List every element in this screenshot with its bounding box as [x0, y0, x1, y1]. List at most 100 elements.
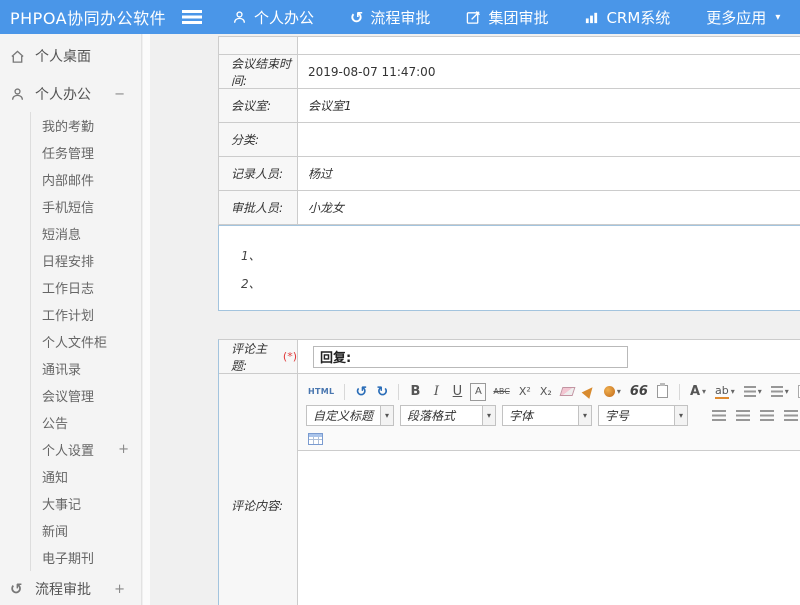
strikethrough-button[interactable]: ABC	[491, 383, 511, 401]
color-pencil-button[interactable]: ▾	[602, 383, 623, 401]
row-value-cell	[298, 37, 800, 54]
user-icon	[232, 10, 247, 25]
sidebar-item-label: 任务管理	[42, 143, 94, 162]
content-line: 2、	[241, 270, 800, 298]
editor-toolbar-row1: HTML ↺ ↻ B I U A ABC X² X₂	[298, 380, 800, 403]
sidebar-item-contacts[interactable]: 通讯录	[30, 355, 141, 382]
paragraph-format-select[interactable]: 段落格式▾	[400, 405, 496, 426]
sidebar: 个人桌面 个人办公 − 我的考勤 任务管理 内部邮件 手机短信 短消息 日程安排…	[0, 34, 142, 605]
row-value: 小龙女	[298, 191, 800, 224]
edit-icon	[466, 10, 481, 25]
insert-table-button[interactable]	[306, 430, 325, 448]
unordered-list-button[interactable]: ▾	[769, 383, 791, 401]
sidebar-item-news[interactable]: 新闻	[30, 517, 141, 544]
html-source-button[interactable]: HTML	[306, 383, 336, 401]
table-row-partial	[219, 37, 800, 55]
nav-label: 个人办公	[254, 7, 314, 28]
sidebar-item-short-message[interactable]: 短消息	[30, 220, 141, 247]
row-value: 会议室1	[298, 89, 800, 122]
hamburger-menu-icon[interactable]	[182, 10, 202, 24]
bold-button[interactable]: B	[407, 383, 423, 401]
sidebar-item-flow-approval[interactable]: 流程审批 +	[0, 571, 141, 605]
italic-button[interactable]: I	[428, 383, 444, 401]
sidebar-item-label: 个人办公	[35, 84, 91, 104]
sidebar-item-label: 通知	[42, 467, 68, 486]
superscript-button[interactable]: X²	[517, 383, 533, 401]
redo-icon[interactable]: ↻	[374, 383, 390, 401]
sidebar-item-label: 工作计划	[42, 305, 94, 324]
sidebar-item-personal-files[interactable]: 个人文件柜	[30, 328, 141, 355]
sidebar-item-personal-desktop[interactable]: 个人桌面	[0, 36, 141, 76]
row-label: 分类:	[219, 123, 298, 156]
caret-down-icon: ▾	[482, 406, 495, 425]
sidebar-item-personal-settings[interactable]: 个人设置 +	[30, 436, 141, 463]
sidebar-item-label: 个人设置	[42, 440, 94, 459]
expand-toggle[interactable]: +	[118, 442, 129, 457]
toolbar-separator	[679, 384, 680, 400]
sidebar-item-meeting-management[interactable]: 会议管理	[30, 382, 141, 409]
cycle-arrow-icon	[350, 8, 363, 27]
sidebar-item-label: 通讯录	[42, 359, 81, 378]
sidebar-item-announcement[interactable]: 公告	[30, 409, 141, 436]
font-size-select[interactable]: 字号▾	[598, 405, 688, 426]
subscript-button[interactable]: X₂	[538, 383, 554, 401]
expand-toggle[interactable]: +	[114, 582, 125, 597]
app-logo: PHPOA协同办公软件	[0, 5, 182, 29]
sidebar-item-work-plan[interactable]: 工作计划	[30, 301, 141, 328]
font-family-select[interactable]: 字体▾	[502, 405, 592, 426]
nav-crm-system[interactable]: CRM系统	[584, 7, 670, 28]
paste-icon[interactable]	[655, 383, 671, 401]
nav-label: CRM系统	[606, 7, 670, 28]
sidebar-item-task-management[interactable]: 任务管理	[30, 139, 141, 166]
comment-subject-input[interactable]	[313, 346, 628, 368]
ordered-list-button[interactable]: ▾	[742, 383, 764, 401]
nav-more-apps[interactable]: 更多应用 ▾	[706, 7, 780, 28]
table-row-recorder: 记录人员: 杨过	[219, 157, 800, 191]
row-value	[298, 123, 800, 156]
sidebar-item-label: 流程审批	[35, 579, 91, 599]
nav-flow-approval[interactable]: 流程审批	[350, 7, 430, 28]
new-page-icon[interactable]	[796, 383, 800, 401]
underline-button[interactable]: U	[449, 383, 465, 401]
sidebar-gutter	[143, 34, 150, 605]
table-row-category: 分类:	[219, 123, 800, 157]
highlight-color-button[interactable]: ab▾	[713, 383, 737, 401]
sidebar-item-e-journal[interactable]: 电子期刊	[30, 544, 141, 571]
sidebar-item-notice[interactable]: 通知	[30, 463, 141, 490]
collapse-toggle[interactable]: −	[114, 87, 125, 102]
blockquote-button[interactable]: 66	[628, 383, 650, 401]
font-color-button[interactable]: A▾	[688, 383, 708, 401]
sidebar-item-label: 手机短信	[42, 197, 94, 216]
caret-down-icon: ▾	[578, 406, 591, 425]
justify-button[interactable]	[782, 407, 800, 425]
sidebar-item-personal-office[interactable]: 个人办公 −	[0, 76, 141, 112]
eraser-icon[interactable]	[559, 383, 576, 401]
meeting-content-textarea[interactable]: 1、 2、	[218, 225, 800, 311]
sidebar-item-schedule[interactable]: 日程安排	[30, 247, 141, 274]
toolbar-separator	[344, 384, 345, 400]
cycle-arrow-icon	[10, 580, 27, 598]
comment-content-label: 评论内容:	[219, 374, 298, 605]
row-label-cell: 评论主题: (*)	[219, 340, 298, 373]
sidebar-item-work-log[interactable]: 工作日志	[30, 274, 141, 301]
sidebar-item-internal-mail[interactable]: 内部邮件	[30, 166, 141, 193]
align-left-button[interactable]	[710, 407, 728, 425]
align-right-button[interactable]	[758, 407, 776, 425]
sidebar-item-label: 我的考勤	[42, 116, 94, 135]
undo-icon[interactable]: ↺	[353, 383, 369, 401]
format-brush-icon[interactable]	[581, 383, 597, 401]
comment-content-editor-body[interactable]	[298, 451, 800, 605]
caret-down-icon: ▾	[380, 406, 393, 425]
personal-office-submenu: 我的考勤 任务管理 内部邮件 手机短信 短消息 日程安排 工作日志 工作计划 个…	[0, 112, 141, 571]
sidebar-item-mobile-sms[interactable]: 手机短信	[30, 193, 141, 220]
font-style-button[interactable]: A	[470, 383, 486, 401]
row-label: 审批人员:	[219, 191, 298, 224]
nav-group-approval[interactable]: 集团审批	[466, 7, 548, 28]
caret-down-icon: ▾	[674, 406, 687, 425]
align-center-button[interactable]	[734, 407, 752, 425]
nav-personal-office[interactable]: 个人办公	[232, 7, 314, 28]
main-nav: 个人办公 流程审批 集团审批 CRM系统 更多应用 ▾	[232, 7, 780, 28]
sidebar-item-memorabilia[interactable]: 大事记	[30, 490, 141, 517]
heading-select[interactable]: 自定义标题▾	[306, 405, 394, 426]
sidebar-item-my-attendance[interactable]: 我的考勤	[30, 112, 141, 139]
